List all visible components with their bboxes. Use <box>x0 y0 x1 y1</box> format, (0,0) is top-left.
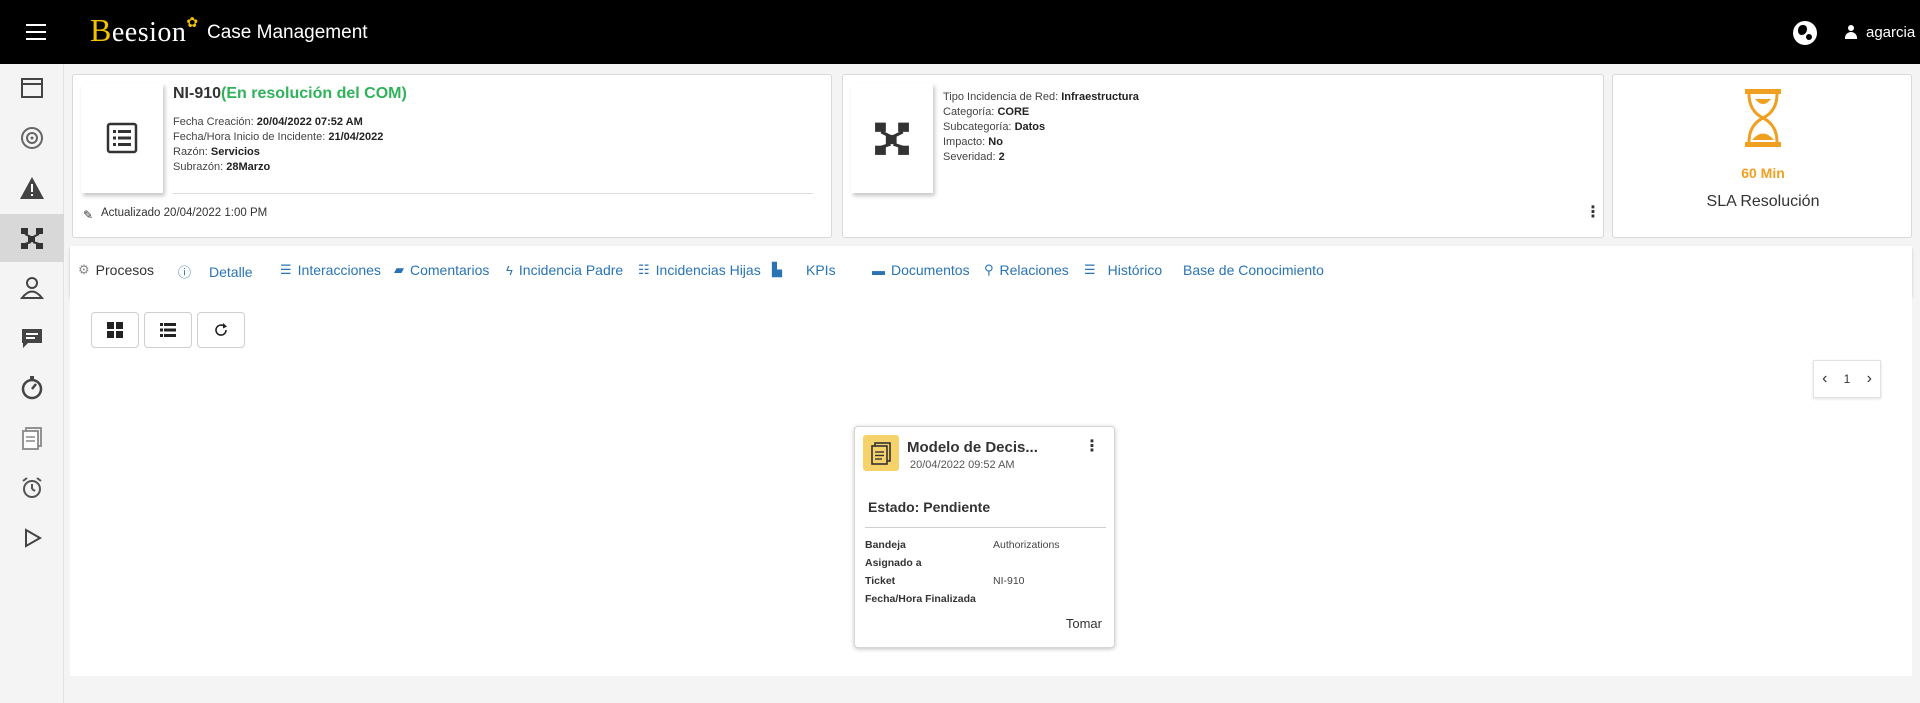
username[interactable]: agarcia <box>1866 24 1915 41</box>
info-icon: ⓘ <box>178 265 192 280</box>
tab-detalle[interactable]: ⓘ Detalle <box>178 262 253 281</box>
comment-icon: ▰ <box>394 262 404 277</box>
case-summary-card: NI-910(En resolución del COM) Fecha Crea… <box>72 74 832 238</box>
task-title: Modelo de Decis... <box>907 439 1038 456</box>
sidebar-item-documents[interactable] <box>0 414 64 462</box>
timer-icon <box>21 376 43 400</box>
page-number[interactable]: 1 <box>1844 372 1851 386</box>
network-icon <box>875 122 909 155</box>
content-area: ‹ 1 › Modelo de Decis... 20/04/2022 09:5… <box>70 296 1912 676</box>
classification-info: Tipo Incidencia de Red: Infraestructura … <box>943 90 1139 165</box>
case-thumbnail <box>81 83 163 193</box>
list-document-icon <box>106 122 138 154</box>
tab-relaciones[interactable]: ⚲ Relaciones <box>984 262 1069 278</box>
tab-kpis[interactable]: ▙ KPIs <box>772 262 836 278</box>
sidebar <box>0 64 64 703</box>
case-title: NI-910(En resolución del COM) <box>173 85 407 102</box>
bolt-icon: ϟ <box>506 262 513 278</box>
target-icon <box>21 127 43 149</box>
case-updated: Actualizado 20/04/2022 1:00 PM <box>101 207 268 219</box>
chevron-left-icon[interactable]: ‹ <box>1822 370 1827 388</box>
task-options-icon[interactable]: ⋮ <box>1084 439 1100 455</box>
class-field-category: Categoría: CORE <box>943 106 1030 118</box>
sidebar-item-network[interactable] <box>0 214 64 262</box>
sidebar-item-play[interactable] <box>0 514 64 562</box>
tab-bar: ⚙ Procesos ⓘ Detalle ☰ Interacciones ▰ Comen… <box>70 246 1912 296</box>
pencil-icon: ✎ <box>83 208 94 222</box>
tab-documentos[interactable]: ▬ Documentos <box>872 262 970 278</box>
sla-label: SLA Resolución <box>1706 193 1820 210</box>
tree-list-icon: ☷ <box>638 262 650 277</box>
tab-incidencia-padre[interactable]: ϟ Incidencia Padre <box>506 262 623 278</box>
case-info: Fecha Creación: 20/04/2022 07:52 AM Fech… <box>173 115 383 175</box>
sidebar-item-target[interactable] <box>0 114 64 162</box>
list-icon: ☰ <box>280 262 292 277</box>
tab-historico[interactable]: ☰ Histórico <box>1084 262 1162 278</box>
tab-interacciones[interactable]: ☰ Interacciones <box>280 262 381 278</box>
sidebar-item-users[interactable] <box>0 264 64 312</box>
task-date: 20/04/2022 09:52 AM <box>910 459 1015 471</box>
class-field-impact: Impacto: No <box>943 136 1003 148</box>
classification-thumbnail <box>851 83 933 193</box>
menu-icon[interactable] <box>26 24 46 40</box>
class-field-type: Tipo Incidencia de Red: Infraestructura <box>943 91 1139 103</box>
grid-icon <box>107 322 123 338</box>
sla-card: 60 Min SLA Resolución <box>1612 74 1912 238</box>
link-icon: ⚲ <box>984 262 994 277</box>
documents-icon <box>22 427 42 450</box>
refresh-icon <box>215 323 227 336</box>
app-title: Case Management <box>207 22 368 43</box>
list-view-button[interactable] <box>144 312 192 348</box>
tab-incidencias-hijas[interactable]: ☷ Incidencias Hijas <box>638 262 761 278</box>
user-icon[interactable] <box>1845 25 1857 39</box>
bar-chart-icon: ▙ <box>772 262 782 277</box>
case-field-reason: Razón: Servicios <box>173 146 260 158</box>
hourglass-icon <box>1745 89 1781 147</box>
case-field-start: Fecha/Hora Inicio de Incidente: 21/04/20… <box>173 131 384 143</box>
sidebar-item-alarm[interactable] <box>0 464 64 512</box>
pagination: ‹ 1 › <box>1813 360 1881 398</box>
documents-icon <box>863 435 899 471</box>
sidebar-item-timer[interactable] <box>0 364 64 412</box>
history-icon: ☰ <box>1084 262 1096 277</box>
sidebar-item-calendar[interactable] <box>0 64 64 112</box>
task-card[interactable]: Modelo de Decis... 20/04/2022 09:52 AM ⋮… <box>854 426 1115 648</box>
play-icon <box>25 528 43 548</box>
classification-card: Tipo Incidencia de Red: Infraestructura … <box>842 74 1604 238</box>
warning-icon <box>20 177 44 199</box>
sla-value: 60 Min <box>1741 165 1785 181</box>
class-field-subcategory: Subcategoría: Datos <box>943 121 1046 133</box>
globe-icon[interactable] <box>1793 21 1817 45</box>
top-bar: Beesion✿ Case Management agarcia <box>0 0 1920 64</box>
divider <box>865 527 1106 528</box>
task-state: Estado: Pendiente <box>868 499 991 515</box>
chat-icon <box>22 329 42 348</box>
users-icon <box>19 277 45 299</box>
case-status: (En resolución del COM) <box>221 85 407 102</box>
chevron-right-icon[interactable]: › <box>1867 370 1872 388</box>
take-button[interactable]: Tomar <box>1066 616 1102 631</box>
logo: Beesion✿ <box>90 12 199 48</box>
tab-procesos[interactable]: ⚙ Procesos <box>78 262 154 278</box>
sidebar-item-chat[interactable] <box>0 314 64 362</box>
gear-icon: ⚙ <box>78 262 90 277</box>
folder-icon: ▬ <box>872 262 885 278</box>
divider <box>173 193 813 194</box>
alarm-icon <box>22 477 42 498</box>
grid-view-button[interactable] <box>91 312 139 348</box>
refresh-button[interactable] <box>197 312 245 348</box>
case-field-created: Fecha Creación: 20/04/2022 07:52 AM <box>173 116 363 128</box>
more-options-icon[interactable]: ⋮ <box>1585 205 1601 221</box>
calendar-icon <box>21 78 43 98</box>
case-field-subreason: Subrazón: 28Marzo <box>173 161 271 173</box>
sidebar-item-alerts[interactable] <box>0 164 64 212</box>
list-icon <box>160 323 176 337</box>
tab-base-conocimiento[interactable]: Base de Conocimiento <box>1183 262 1324 278</box>
tab-comentarios[interactable]: ▰ Comentarios <box>394 262 489 278</box>
network-icon <box>21 228 43 249</box>
class-field-severity: Severidad: 2 <box>943 151 1005 163</box>
